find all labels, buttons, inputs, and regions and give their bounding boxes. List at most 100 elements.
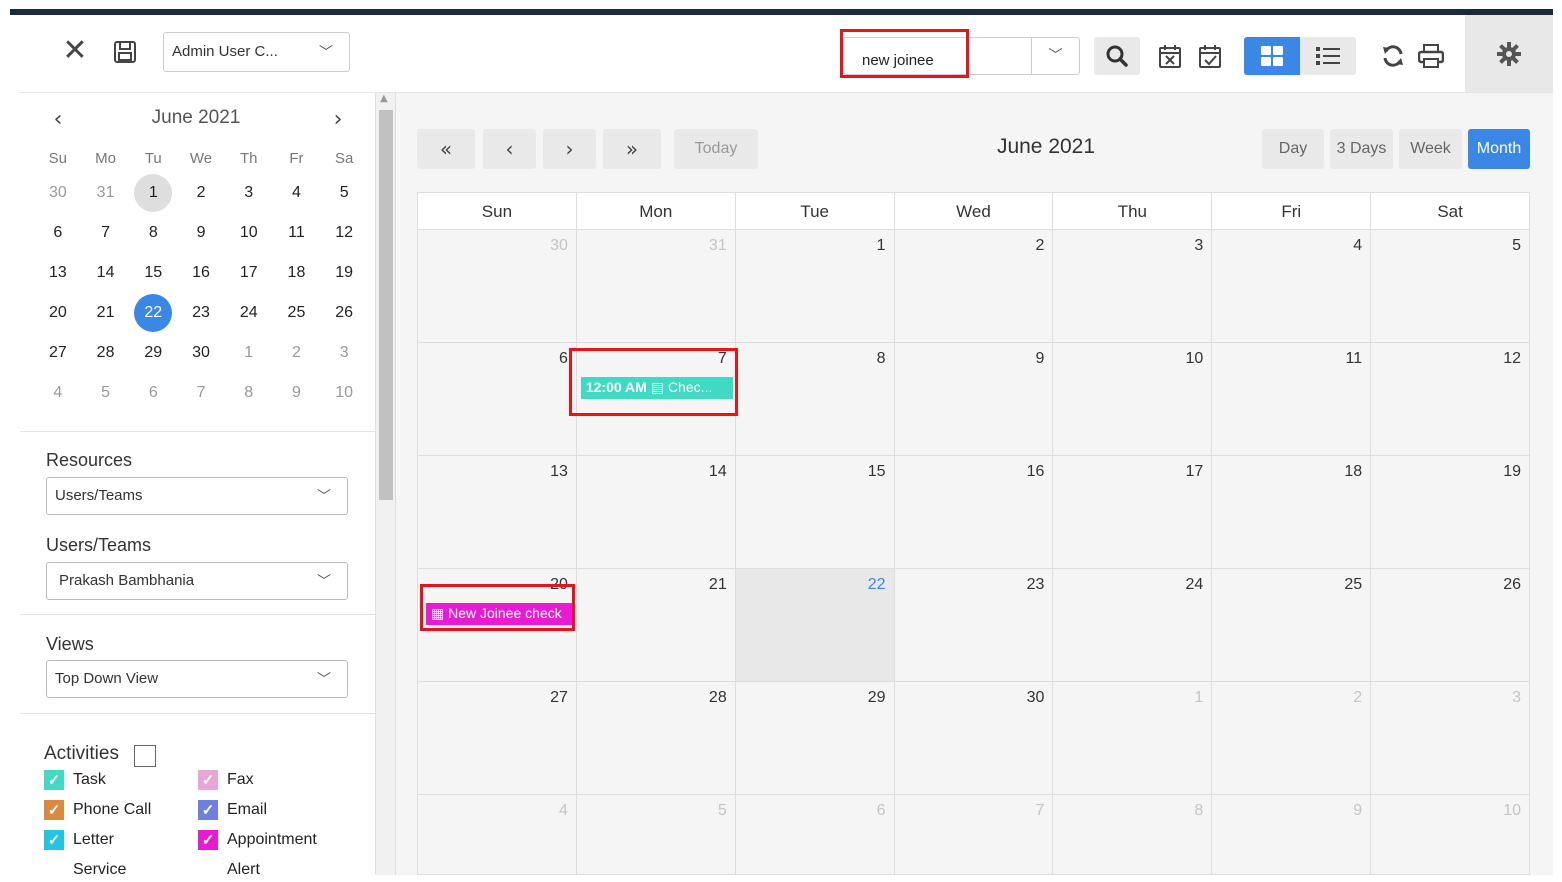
day-cell[interactable]: 5: [576, 795, 736, 875]
activity-task-checkbox[interactable]: ✓ Task: [44, 769, 106, 791]
search-dropdown-toggle[interactable]: ﹀: [1031, 38, 1079, 74]
view-week-button[interactable]: Week: [1399, 129, 1462, 169]
today-button[interactable]: Today: [674, 129, 758, 169]
mini-day[interactable]: 19: [320, 253, 368, 293]
scroll-up-arrow-icon[interactable]: ▲: [380, 93, 388, 104]
users-teams-dropdown[interactable]: Prakash Bambhania ﹀: [46, 562, 348, 600]
grid-view-button[interactable]: [1244, 37, 1300, 75]
search-button[interactable]: [1094, 37, 1140, 75]
activity-fax-checkbox[interactable]: ✓ Fax: [198, 769, 254, 791]
day-cell[interactable]: 12: [1371, 343, 1531, 456]
mini-day[interactable]: 31: [82, 173, 130, 213]
activity-alert-checkbox[interactable]: Alert: [198, 859, 260, 875]
day-cell[interactable]: 3: [1371, 682, 1531, 795]
calendar-clear-button[interactable]: [1152, 37, 1188, 75]
mini-day[interactable]: 24: [225, 293, 273, 333]
mini-day[interactable]: 13: [34, 253, 82, 293]
mini-day[interactable]: 21: [82, 293, 130, 333]
mini-day[interactable]: 6: [129, 373, 177, 413]
mini-day[interactable]: 4: [273, 173, 321, 213]
day-cell[interactable]: 8: [735, 343, 895, 456]
mini-day[interactable]: 14: [82, 253, 130, 293]
mini-day[interactable]: 17: [225, 253, 273, 293]
day-cell[interactable]: 26: [1371, 569, 1531, 682]
day-cell[interactable]: 4: [1212, 230, 1372, 343]
scrollbar-thumb[interactable]: [379, 110, 393, 500]
day-cell[interactable]: 21: [576, 569, 736, 682]
sidebar-scrollbar[interactable]: ▲: [376, 93, 396, 875]
activity-phone-call-checkbox[interactable]: ✓ Phone Call: [44, 799, 151, 821]
activity-service-checkbox[interactable]: Service: [44, 859, 126, 875]
mini-day[interactable]: 9: [273, 373, 321, 413]
refresh-button[interactable]: [1375, 37, 1411, 75]
mini-day[interactable]: 3: [225, 173, 273, 213]
mini-day[interactable]: 8: [129, 213, 177, 253]
day-cell[interactable]: 19: [1371, 456, 1531, 569]
mini-day[interactable]: 9: [177, 213, 225, 253]
mini-day[interactable]: 2: [177, 173, 225, 213]
next-month-button[interactable]: ›: [543, 129, 596, 169]
day-cell[interactable]: 2: [894, 230, 1054, 343]
next-year-button[interactable]: »: [603, 129, 661, 169]
day-cell[interactable]: 4: [418, 795, 577, 875]
day-cell[interactable]: 18: [1212, 456, 1372, 569]
mini-day-selected[interactable]: 22: [129, 293, 177, 333]
day-cell[interactable]: 10: [1371, 795, 1531, 875]
mini-day[interactable]: 15: [129, 253, 177, 293]
day-cell[interactable]: 9: [894, 343, 1054, 456]
activities-select-all-checkbox[interactable]: [134, 745, 156, 767]
mini-calendar-prev-icon[interactable]: ‹: [46, 107, 70, 132]
day-cell[interactable]: 16: [894, 456, 1054, 569]
activity-appointment-checkbox[interactable]: ✓ Appointment: [198, 829, 317, 851]
mini-day[interactable]: 16: [177, 253, 225, 293]
day-cell[interactable]: 15: [735, 456, 895, 569]
mini-day-today[interactable]: 1: [129, 173, 177, 213]
mini-day[interactable]: 4: [34, 373, 82, 413]
mini-day[interactable]: 12: [320, 213, 368, 253]
mini-day[interactable]: 20: [34, 293, 82, 333]
mini-day[interactable]: 27: [34, 333, 82, 373]
day-cell[interactable]: 29: [735, 682, 895, 795]
mini-day[interactable]: 30: [34, 173, 82, 213]
day-cell[interactable]: 6: [418, 343, 577, 456]
view-selector-dropdown[interactable]: Admin User C... ﹀: [163, 32, 350, 72]
mini-day[interactable]: 10: [225, 213, 273, 253]
view-day-button[interactable]: Day: [1262, 129, 1324, 169]
day-cell[interactable]: 27: [418, 682, 577, 795]
day-cell[interactable]: 7: [894, 795, 1054, 875]
mini-day[interactable]: 11: [273, 213, 321, 253]
mini-day[interactable]: 7: [82, 213, 130, 253]
mini-calendar-title[interactable]: June 2021: [120, 107, 272, 129]
views-dropdown[interactable]: Top Down View ﹀: [46, 660, 348, 698]
mini-day[interactable]: 29: [129, 333, 177, 373]
list-view-button[interactable]: [1300, 37, 1356, 75]
prev-month-button[interactable]: ‹: [483, 129, 536, 169]
mini-day[interactable]: 18: [273, 253, 321, 293]
mini-day[interactable]: 26: [320, 293, 368, 333]
day-cell[interactable]: 23: [894, 569, 1054, 682]
day-cell[interactable]: 17: [1053, 456, 1213, 569]
mini-day[interactable]: 30: [177, 333, 225, 373]
settings-button[interactable]: [1465, 15, 1553, 92]
day-cell[interactable]: 8: [1053, 795, 1213, 875]
day-cell[interactable]: 5: [1371, 230, 1531, 343]
mini-day[interactable]: 8: [225, 373, 273, 413]
resources-dropdown[interactable]: Users/Teams ﹀: [46, 477, 348, 515]
view-month-button[interactable]: Month: [1468, 129, 1530, 169]
mini-day[interactable]: 6: [34, 213, 82, 253]
day-cell[interactable]: 1: [1053, 682, 1213, 795]
view-3days-button[interactable]: 3 Days: [1330, 129, 1393, 169]
mini-day[interactable]: 1: [225, 333, 273, 373]
mini-day[interactable]: 5: [320, 173, 368, 213]
mini-day[interactable]: 2: [273, 333, 321, 373]
prev-year-button[interactable]: «: [417, 129, 475, 169]
day-cell[interactable]: 30: [418, 230, 577, 343]
calendar-check-button[interactable]: [1192, 37, 1228, 75]
mini-day[interactable]: 25: [273, 293, 321, 333]
activity-letter-checkbox[interactable]: ✓ Letter: [44, 829, 114, 851]
mini-day[interactable]: 23: [177, 293, 225, 333]
day-cell[interactable]: 11: [1212, 343, 1372, 456]
day-cell[interactable]: 3: [1053, 230, 1213, 343]
mini-calendar-next-icon[interactable]: ›: [326, 107, 350, 132]
print-button[interactable]: [1413, 37, 1449, 75]
